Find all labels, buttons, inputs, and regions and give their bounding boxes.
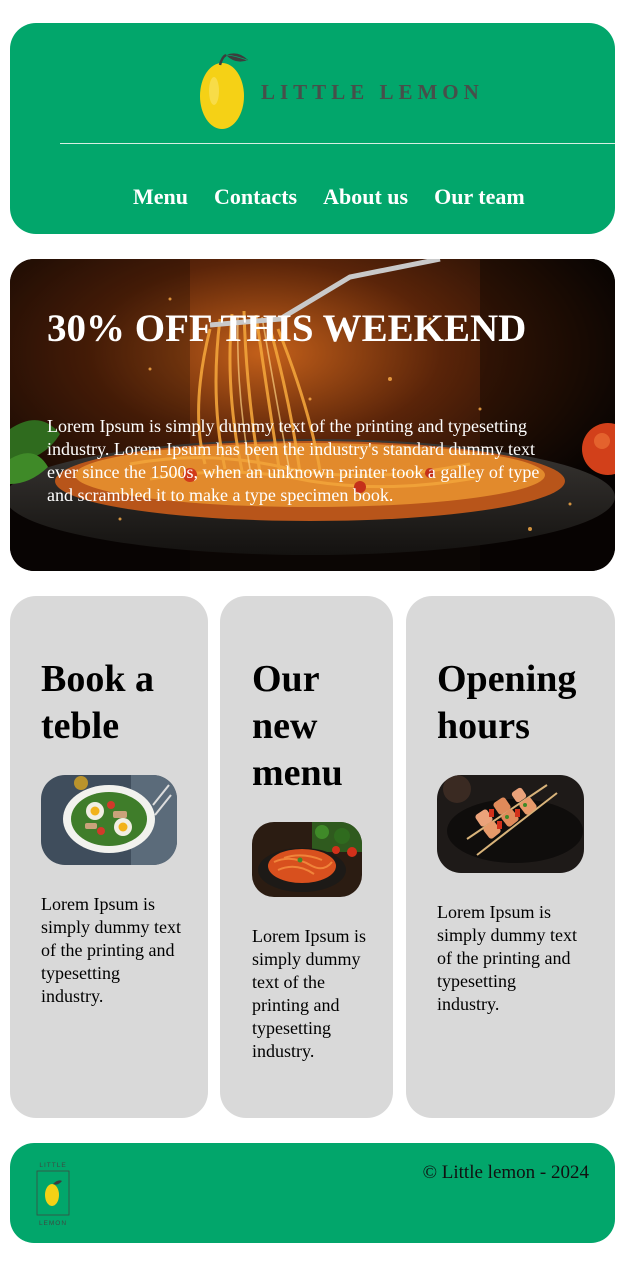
nav-link-menu[interactable]: Menu [133, 184, 188, 210]
card-description: Lorem Ipsum is simply dummy text of the … [41, 894, 182, 1006]
hero-banner: 30% OFF THIS WEEKEND Lorem Ipsum is simp… [10, 259, 615, 571]
card-opening-hours: Opening hours Lorem Ipsum is simply dumm… [406, 596, 615, 1118]
svg-text:LITTLE: LITTLE [39, 1162, 66, 1169]
hero-description: Lorem Ipsum is simply dummy text of the … [47, 416, 540, 505]
brand-name: LITTLE LEMON [261, 80, 484, 104]
card-new-menu: Our new menu Lorem Ipsum is simply dummy… [220, 596, 393, 1118]
skewers-image [437, 775, 584, 873]
card-description: Lorem Ipsum is simply dummy text of the … [437, 902, 578, 1014]
pasta-dish-image [252, 822, 362, 897]
card-description: Lorem Ipsum is simply dummy text of the … [252, 926, 366, 1061]
nav-link-our-team[interactable]: Our team [434, 184, 525, 210]
card-title: Book a teble [41, 658, 154, 747]
lemon-logo-icon[interactable] [200, 51, 260, 131]
nav-link-contacts[interactable]: Contacts [214, 184, 297, 210]
site-header: LITTLE LEMON Menu Contacts About us Our … [10, 23, 615, 234]
footer-lemon-logo-icon[interactable]: LITTLE LEMON [34, 1159, 72, 1227]
copyright-text: © Little lemon - 2024 [422, 1162, 589, 1183]
card-title: Opening hours [437, 658, 577, 747]
hero-title: 30% OFF THIS WEEKEND [47, 307, 527, 350]
header-divider [60, 143, 615, 144]
card-book-table: Book a teble Lorem Ipsum is simply dummy… [10, 596, 208, 1118]
main-nav: Menu Contacts About us Our team [133, 184, 525, 210]
nav-link-about-us[interactable]: About us [323, 184, 408, 210]
site-footer: LITTLE LEMON © Little lemon - 2024 [10, 1143, 615, 1243]
salad-image [41, 775, 177, 865]
svg-text:LEMON: LEMON [39, 1220, 67, 1227]
card-title: Our new menu [252, 658, 343, 794]
